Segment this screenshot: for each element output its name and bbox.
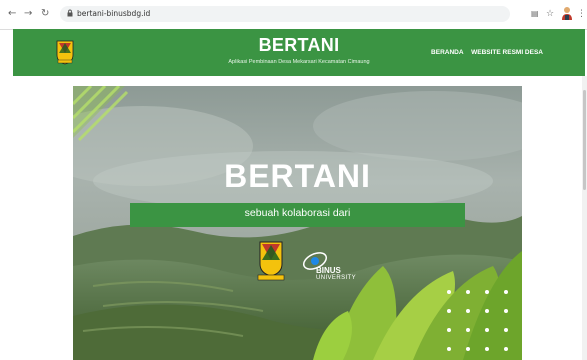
url-text: bertani-binusbdg.id — [77, 9, 151, 18]
lock-icon — [67, 9, 73, 17]
site-header: BERTANI Aplikasi Pembinaan Desa Mekarsar… — [13, 29, 585, 76]
collab-banner: sebuah kolaborasi dari — [130, 203, 465, 227]
forward-icon[interactable]: → — [24, 8, 32, 20]
translate-icon[interactable]: ▤ — [531, 8, 539, 20]
dot-pattern-decoration — [447, 290, 508, 351]
partner-subtitle: UNIVERSITY — [316, 275, 357, 281]
kebab-menu-icon[interactable]: ⋮ — [577, 8, 586, 20]
hero-title: BERTANI — [224, 158, 371, 194]
nav-website-resmi-desa[interactable]: WEBSITE RESMI DESA — [471, 49, 543, 56]
scrollbar-thumb[interactable] — [583, 90, 586, 190]
browser-toolbar: ← → ↻ bertani-binusbdg.id ▤ ☆ ⋮ — [0, 0, 587, 30]
main-nav: BERANDA WEBSITE RESMI DESA — [425, 49, 543, 56]
avatar-icon[interactable] — [561, 6, 573, 20]
hero-banner: BERTANI sebuah kolaborasi dari BINUS UNI… — [73, 86, 522, 360]
site-subtitle: Aplikasi Pembinaan Desa Mekarsari Kecama… — [228, 59, 370, 65]
nav-beranda[interactable]: BERANDA — [431, 49, 463, 56]
collab-text: sebuah kolaborasi dari — [244, 207, 351, 219]
reload-icon[interactable]: ↻ — [41, 8, 49, 20]
address-bar[interactable]: bertani-binusbdg.id — [60, 6, 510, 22]
partner-name: BINUS — [316, 266, 341, 275]
back-icon[interactable]: ← — [8, 8, 16, 20]
kabupaten-bandung-logo-icon — [257, 241, 285, 281]
star-icon[interactable]: ☆ — [546, 8, 554, 20]
